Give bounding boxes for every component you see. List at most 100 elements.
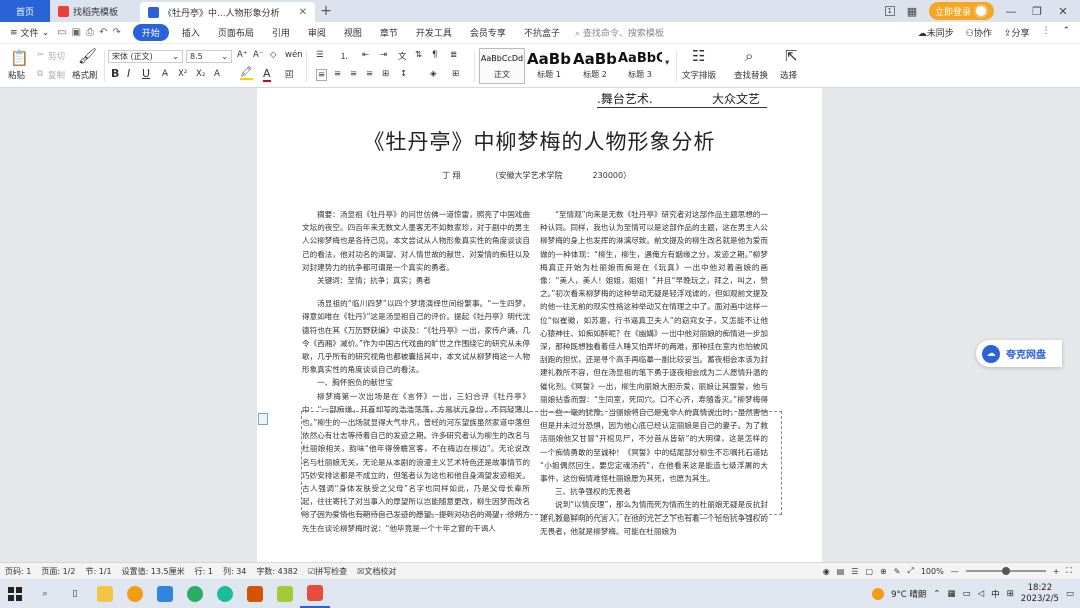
cut-icon[interactable]: ✂ (37, 50, 44, 60)
strikethrough-icon[interactable]: A̶ (162, 69, 168, 79)
grow-font-icon[interactable]: A⁺ (237, 50, 247, 60)
text-effect-icon[interactable]: A (214, 69, 220, 79)
comment-marker-icon[interactable] (258, 413, 268, 425)
quark-cloud-button[interactable]: ☁ 夸克网盘 (976, 340, 1062, 367)
task-view-icon[interactable]: ▯ (60, 579, 90, 608)
minimize-icon[interactable]: — (1002, 5, 1020, 18)
collab-button[interactable]: ⚇协作 (966, 26, 992, 39)
write-mode-icon[interactable]: ✎ (894, 567, 901, 576)
eye-protect-icon[interactable]: ◉ (823, 567, 830, 576)
status-line[interactable]: 行: 1 (190, 566, 218, 577)
format-painter-button[interactable]: 格式刷 (72, 69, 98, 81)
zoom-level[interactable]: 100% (921, 567, 944, 576)
indent-icon[interactable]: ⇥ (380, 50, 387, 60)
edge-icon[interactable] (210, 579, 240, 608)
menu-toolbox[interactable]: 不抗盒子 (515, 26, 569, 39)
tray-app-icon[interactable]: ▦ (948, 589, 956, 599)
window-count-badge[interactable]: 1 (884, 6, 895, 16)
chat-app-icon[interactable] (180, 579, 210, 608)
web-view-icon[interactable]: ⊕ (880, 567, 887, 576)
tray-chevron-icon[interactable]: ⌃ (933, 589, 940, 599)
styles-expand-icon[interactable]: ▾ (665, 58, 669, 68)
page-view-icon[interactable]: ▤ (837, 567, 845, 576)
read-view-icon[interactable]: ▢ (865, 567, 873, 576)
zoom-slider-knob[interactable] (1001, 567, 1010, 575)
justify-icon[interactable]: ≡ (366, 69, 373, 79)
ime-indicator[interactable]: 中 (991, 588, 1000, 600)
zoom-slider[interactable] (965, 567, 1046, 575)
restore-icon[interactable]: ❐ (1028, 5, 1046, 18)
select-cursor-icon[interactable]: ⇱ (785, 47, 798, 65)
zoom-in-icon[interactable]: + (1053, 567, 1060, 576)
menu-insert[interactable]: 插入 (173, 26, 209, 39)
font-color-icon[interactable]: A (263, 67, 271, 82)
wps-app-icon[interactable] (300, 579, 330, 608)
numbered-list-icon[interactable]: ⒈ (340, 50, 349, 62)
windows-start-icon[interactable] (0, 579, 30, 608)
app-icon[interactable] (150, 579, 180, 608)
notification-icon[interactable]: ▭ (1066, 589, 1074, 599)
clear-format-icon[interactable]: ◇ (270, 50, 277, 60)
document-page[interactable]: .舞台艺术. 大众文艺 《牡丹亭》中柳梦梅的人物形象分析 丁 翔 （安徽大学艺术… (257, 88, 822, 562)
align-right-icon[interactable]: ≡ (350, 69, 357, 79)
open-folder-icon[interactable]: ▭ (57, 27, 66, 38)
subscript-icon[interactable]: X₂ (196, 69, 205, 79)
status-page-no[interactable]: 页码: 1 (0, 566, 36, 577)
style-heading-3[interactable]: AaBbC 标题 3 (617, 48, 663, 84)
style-heading-1[interactable]: AaBb 标题 1 (526, 48, 572, 84)
text-layout-button[interactable]: 文字排版 (682, 69, 716, 81)
find-replace-button[interactable]: 查找替换 (734, 69, 768, 81)
status-pages[interactable]: 页面: 1/2 (36, 566, 80, 577)
line-numbers-icon[interactable]: ≣ (450, 50, 457, 60)
pinyin-icon[interactable]: wén (285, 50, 303, 60)
file-menu[interactable]: ≡ 文件 ⌄ (0, 26, 49, 40)
login-button[interactable]: 立即登录 (928, 2, 994, 20)
tab-templates[interactable]: 找稻壳模板 (50, 0, 140, 22)
tab-home[interactable]: 首页 (0, 0, 50, 22)
paste-icon[interactable]: 📋 (10, 49, 29, 67)
align-center-icon[interactable]: ≡ (334, 69, 341, 79)
menu-developer[interactable]: 开发工具 (407, 26, 461, 39)
search-icon[interactable]: ⌕ (30, 579, 60, 608)
shrink-font-icon[interactable]: A⁻ (253, 50, 263, 60)
command-search[interactable]: ⌕ 查找命令、搜索模板 (575, 26, 664, 39)
system-clock[interactable]: 18:22 2023/2/5 (1021, 583, 1059, 605)
superscript-icon[interactable]: X² (178, 69, 187, 79)
outline-view-icon[interactable]: ☰ (851, 567, 858, 576)
style-normal[interactable]: AaBbCcDd 正文 (479, 48, 525, 84)
status-column[interactable]: 列: 34 (218, 566, 251, 577)
zoom-out-icon[interactable]: — (951, 567, 959, 576)
media-app-icon[interactable] (240, 579, 270, 608)
network-icon[interactable]: ▭ (963, 589, 971, 599)
menu-member[interactable]: 会员专享 (461, 26, 515, 39)
font-size-select[interactable]: 8.5 ⌄ (186, 50, 232, 63)
sync-button[interactable]: ☁未同步 (918, 26, 954, 39)
tab-document[interactable]: 《牡丹亭》中...人物形象分析 ✕ (140, 2, 315, 22)
shading-icon[interactable]: ◈ (430, 69, 437, 79)
spellcheck-button[interactable]: ☑拼写检查 (303, 566, 352, 577)
char-border-icon[interactable]: 囸 (285, 68, 294, 80)
undo-icon[interactable]: ↶ (99, 27, 107, 38)
find-replace-icon[interactable]: ⌕ (745, 47, 753, 65)
weather-text[interactable]: 9°C 晴朗 (891, 588, 926, 600)
text-layout-icon[interactable]: ☷ (692, 47, 705, 65)
new-tab-button[interactable]: + (315, 0, 337, 22)
grid-icon[interactable]: ▦ (903, 5, 921, 18)
menu-view[interactable]: 视图 (335, 26, 371, 39)
paint-app-icon[interactable] (270, 579, 300, 608)
menu-section[interactable]: 章节 (371, 26, 407, 39)
ime-options-icon[interactable]: ⊞ (1007, 589, 1014, 599)
more-icon[interactable]: ⋮ (1041, 26, 1050, 39)
font-select[interactable]: 宋体 (正文) ⌄ (108, 50, 183, 63)
menu-references[interactable]: 引用 (263, 26, 299, 39)
bullet-list-icon[interactable]: ☰ (316, 50, 324, 60)
paste-button[interactable]: 粘贴 (8, 69, 25, 81)
status-position[interactable]: 设置值: 13.5厘米 (117, 566, 190, 577)
align-left-icon[interactable]: ≡ (316, 69, 328, 81)
distribute-icon[interactable]: ⊞ (382, 69, 389, 79)
sort-icon[interactable]: ⇅ (415, 50, 422, 60)
borders-icon[interactable]: ⊞ (452, 69, 459, 79)
select-button[interactable]: 选择 (780, 69, 797, 81)
copy-icon[interactable]: ⧉ (37, 69, 43, 79)
line-spacing-icon[interactable]: ↕ (400, 69, 407, 79)
